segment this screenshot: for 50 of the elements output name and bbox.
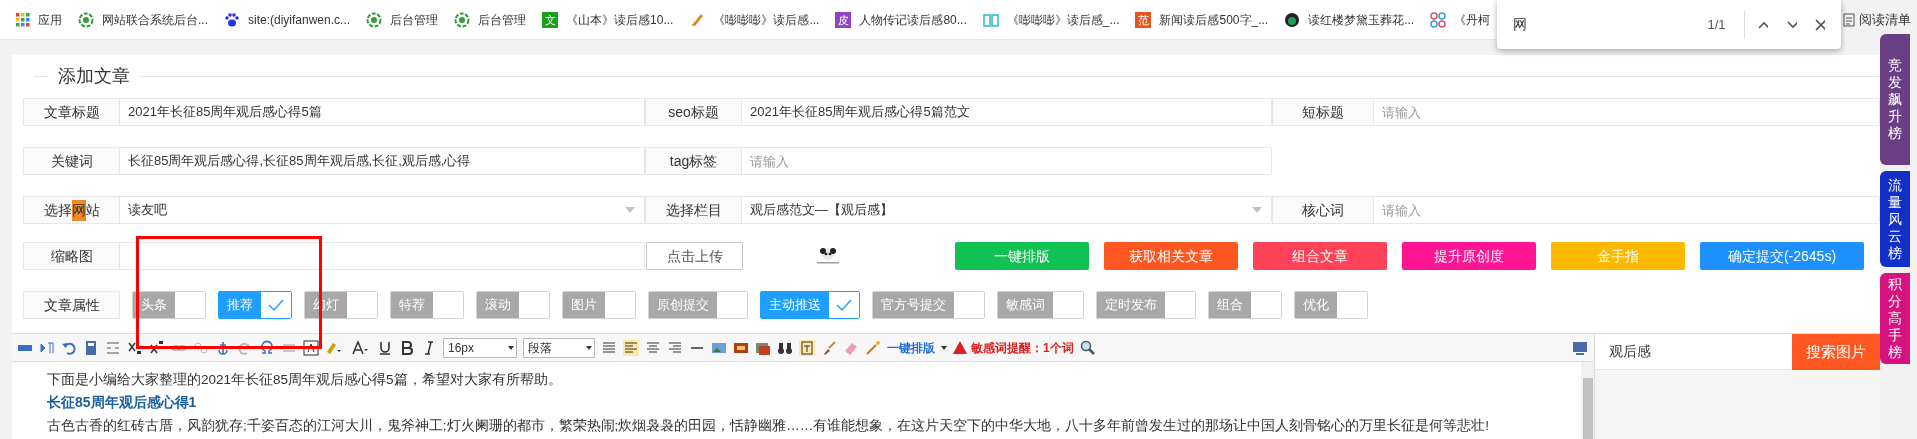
field-label: 选择栏目 [645,196,742,224]
input-field[interactable]: 请输入 [1374,98,1880,126]
field-label: 短标题 [1272,98,1374,126]
bookmark-link[interactable]: 网站联合系统后台... [102,10,208,29]
reading-list-link[interactable]: 阅读清单 [1859,10,1911,30]
select-field[interactable]: 观后感范文—【观后感】 [742,196,1272,224]
section-title: 添加文章 [57,65,131,88]
match-count: 1/1 [1707,15,1727,34]
letter-icon: 皮 [835,11,852,28]
side-tab[interactable]: 竞发飙升榜 [1880,34,1910,165]
bookmark-link[interactable]: 《山本》读后感10... [566,10,674,29]
field-label: 文章标题 [23,98,120,126]
letter-icon: 文 [542,11,559,28]
bookmark-link[interactable]: 人物传记读后感80... [859,10,967,29]
bookmark-link[interactable]: 新闻读后感500字_... [1159,10,1269,29]
find-input[interactable]: 网 [1513,14,1708,35]
bookmark-link[interactable]: 《嘭嘭嘭》读后感_... [1006,10,1120,29]
field-label: 文章属性 [23,291,120,319]
upload-button[interactable]: 点击上传 [646,242,743,270]
field-label: 关键词 [23,147,120,175]
side-tab[interactable]: 流量风云榜 [1880,171,1910,267]
field-label: 选择网站 [23,196,120,224]
image-search-field[interactable]: 观后感 [1595,334,1792,370]
select-field[interactable]: 读友吧 [120,196,645,224]
field-label: 缩略图 [23,242,120,270]
editor-paragraph: 下面是小编给大家整理的2021年长征85周年观后感心得5篇，希望对大家有所帮助。 [47,371,563,389]
warning-text: 敏感词提醒：1个词 [971,339,1074,357]
font-size-select[interactable]: 16px [443,337,517,358]
input-field[interactable]: 长征85周年观后感心得,长征85周年观后感,长征,观后感,心得 [120,147,645,175]
input-field[interactable]: 请输入 [742,147,1272,175]
paragraph-select[interactable]: 段落 [523,337,595,358]
field-label: seo标题 [645,98,742,126]
side-tab[interactable]: 积分高手榜 [1880,273,1910,364]
field-label: 核心词 [1272,196,1374,224]
editor-paragraph: 古色古香的红砖古厝，风韵犹存;千姿百态的江河大川，鬼斧神工;灯火阑珊的都市，繁荣热闹;炊烟袅袅的田园，恬静幽雅……有谁能想象，在这片天空下的中华大地，八十多年前曾发生过的那场让中国人刻骨铭心的万里长征是何等悲壮! [47,417,1490,435]
editor-heading: 长征85周年观后感心得1 [47,393,198,412]
format-link[interactable]: 一键排版 [887,338,935,357]
input-field[interactable]: 2021年长征85周年观后感心得5篇 [120,98,645,126]
bookmark-link[interactable]: 《丹柯 [1454,10,1491,29]
field-label: tag标签 [645,147,742,175]
bookmark-link[interactable]: site:(diyifanwen.c... [248,10,351,29]
input-field[interactable]: 2021年长征85周年观后感心得5篇范文 [742,98,1272,126]
letter-icon: 范 [1135,11,1152,28]
bookmark-link[interactable]: 应用 [38,10,62,29]
bookmark-link[interactable]: 读红楼梦黛玉葬花... [1308,10,1415,29]
action-button[interactable]: 提升原创度 [1402,242,1536,270]
input-field[interactable]: 请输入 [1374,196,1880,224]
bookmark-link[interactable]: 后台管理 [478,10,527,29]
bookmark-link[interactable]: 后台管理 [390,10,439,29]
bookmark-link[interactable]: 《嘭嘭嘭》读后感... [713,10,820,29]
